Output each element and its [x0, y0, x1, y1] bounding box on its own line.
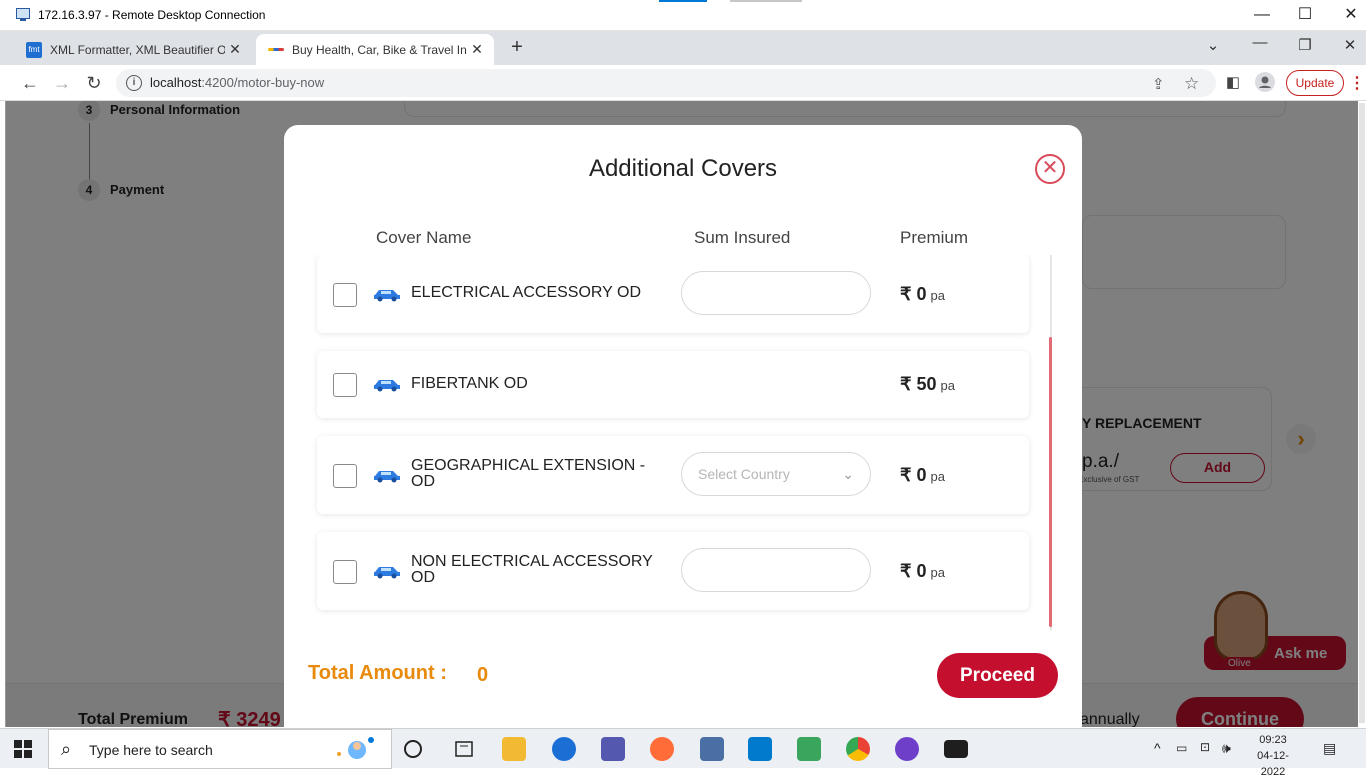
- cover-name: FIBERTANK OD: [411, 375, 528, 392]
- side-panel-icon[interactable]: ◧: [1222, 72, 1244, 94]
- task-view-icon[interactable]: [404, 740, 422, 758]
- total-amount-value: 0: [477, 664, 489, 686]
- cover-name: ELECTRICAL ACCESSORY OD: [411, 284, 641, 301]
- car-icon: [374, 567, 400, 579]
- reload-icon[interactable]: ↻: [83, 72, 105, 94]
- cover-row-electrical-accessory: ELECTRICAL ACCESSORY OD ₹ 0 pa: [317, 255, 1029, 333]
- teams-icon[interactable]: [601, 737, 625, 761]
- taskbar-clock[interactable]: 09:23 04-12-2022: [1248, 732, 1298, 780]
- clock-time: 09:23: [1259, 734, 1287, 746]
- remote-desktop-app-icon[interactable]: [700, 737, 724, 761]
- chart-app-icon[interactable]: [797, 737, 821, 761]
- cover-premium: ₹ 0 pa: [900, 284, 945, 304]
- share-icon[interactable]: ⇪: [1152, 75, 1165, 93]
- tab-title: Buy Health, Car, Bike & Travel Ins: [292, 42, 467, 57]
- total-amount-label: Total Amount :: [308, 662, 447, 684]
- close-icon[interactable]: ✕: [1035, 154, 1065, 184]
- browser-toolbar: ← → ↻ i localhost:4200/motor-buy-now ⇪ ☆…: [0, 65, 1366, 101]
- rdp-maximize-button[interactable]: ☐: [1293, 4, 1317, 26]
- cover-name: GEOGRAPHICAL EXTENSION - OD: [411, 457, 646, 490]
- cover-checkbox[interactable]: [333, 373, 357, 397]
- rdp-connection-bar-hint-2: [730, 0, 802, 2]
- address-bar[interactable]: i localhost:4200/motor-buy-now ⇪ ☆: [116, 69, 1216, 97]
- tab-xml-formatter[interactable]: fmt XML Formatter, XML Beautifier O ✕: [14, 34, 254, 65]
- cover-row-geographical-extension: GEOGRAPHICAL EXTENSION - OD Select Count…: [317, 436, 1029, 514]
- chrome-menu-icon[interactable]: ⋮: [1349, 73, 1365, 93]
- sum-insured-input[interactable]: [681, 548, 871, 592]
- remote-window-scrollbar[interactable]: [1358, 101, 1366, 727]
- volume-icon[interactable]: 🕪: [1222, 740, 1231, 757]
- postman-icon[interactable]: [650, 737, 674, 761]
- car-icon: [374, 471, 400, 483]
- taskbar-search-box[interactable]: ⌕ Type here to search: [48, 729, 392, 769]
- notification-icon[interactable]: ▤: [1323, 740, 1343, 758]
- chrome-minimize-button[interactable]: —: [1249, 34, 1271, 51]
- remote-desktop-icon: [16, 8, 30, 21]
- github-desktop-icon[interactable]: [895, 737, 919, 761]
- update-button[interactable]: Update: [1286, 70, 1344, 96]
- column-header-cover-name: Cover Name: [376, 228, 472, 247]
- sum-insured-input[interactable]: [681, 271, 871, 315]
- battery-icon[interactable]: ▭: [1176, 741, 1187, 755]
- cover-name: NON ELECTRICAL ACCESSORY OD: [411, 553, 653, 586]
- search-placeholder: Type here to search: [89, 742, 213, 758]
- tab-search-chevron-icon[interactable]: ⌄: [1202, 36, 1224, 54]
- proceed-button[interactable]: Proceed: [937, 653, 1058, 698]
- car-icon: [374, 380, 400, 392]
- rdp-title: 172.16.3.97 - Remote Desktop Connection: [38, 8, 266, 22]
- search-highlight-icon: [331, 736, 375, 764]
- tab-title: XML Formatter, XML Beautifier O: [50, 42, 225, 57]
- cover-premium: ₹ 0 pa: [900, 561, 945, 581]
- outlook-icon[interactable]: [552, 737, 576, 761]
- windows-start-icon[interactable]: [14, 740, 32, 758]
- back-arrow-icon[interactable]: ←: [19, 72, 41, 94]
- tab-close-icon[interactable]: ✕: [225, 41, 245, 58]
- car-icon: [374, 290, 400, 302]
- rdp-connection-bar-hint: [659, 0, 707, 2]
- chrome-icon[interactable]: [846, 737, 870, 761]
- additional-covers-modal: Additional Covers ✕ Cover Name Sum Insur…: [284, 125, 1082, 727]
- site-icon: [268, 48, 284, 51]
- cover-premium: ₹ 0 pa: [900, 465, 945, 485]
- cover-list[interactable]: ELECTRICAL ACCESSORY OD ₹ 0 pa FIBERTANK …: [306, 255, 1052, 635]
- rdp-minimize-button[interactable]: —: [1250, 4, 1274, 26]
- site-info-icon[interactable]: i: [126, 75, 142, 91]
- clock-date: 04-12-2022: [1257, 750, 1289, 778]
- cover-row-fibertank: FIBERTANK OD ₹ 50 pa: [317, 351, 1029, 418]
- cover-checkbox[interactable]: [333, 464, 357, 488]
- chevron-down-icon: ⌄: [842, 466, 854, 482]
- forward-arrow-icon[interactable]: →: [51, 72, 73, 94]
- column-header-premium: Premium: [900, 228, 969, 247]
- widgets-icon[interactable]: [452, 737, 476, 761]
- tab-close-icon[interactable]: ✕: [467, 41, 487, 58]
- chrome-restore-button[interactable]: ❐: [1294, 36, 1316, 54]
- url-text[interactable]: localhost:4200/motor-buy-now: [150, 75, 324, 90]
- rdp-title-bar: 172.16.3.97 - Remote Desktop Connection …: [0, 0, 1366, 31]
- cover-checkbox[interactable]: [333, 560, 357, 584]
- cover-premium: ₹ 50 pa: [900, 374, 955, 394]
- bookmark-star-icon[interactable]: ☆: [1184, 74, 1199, 94]
- network-icon[interactable]: ⊡: [1200, 740, 1210, 754]
- rdp-close-button[interactable]: ✕: [1339, 4, 1363, 26]
- tab-strip: fmt XML Formatter, XML Beautifier O ✕ Bu…: [0, 31, 1366, 65]
- chrome-close-button[interactable]: ✕: [1339, 36, 1361, 54]
- column-header-sum-insured: Sum Insured: [694, 228, 791, 247]
- file-explorer-icon[interactable]: [502, 737, 526, 761]
- windows-taskbar: ⌕ Type here to search ^ ▭ ⊡ 🕪 09:23 04-1…: [0, 728, 1366, 778]
- country-select[interactable]: Select Country ⌄: [681, 452, 871, 496]
- cover-row-non-electrical-accessory: NON ELECTRICAL ACCESSORY OD ₹ 0 pa: [317, 532, 1029, 610]
- profile-avatar-icon[interactable]: [1254, 72, 1276, 94]
- modal-title: Additional Covers: [588, 155, 778, 182]
- new-tab-button[interactable]: +: [506, 36, 528, 59]
- cover-checkbox[interactable]: [333, 283, 357, 307]
- fmt-icon: fmt: [26, 41, 42, 58]
- terminal-icon[interactable]: [944, 740, 968, 758]
- tray-chevron-up-icon[interactable]: ^: [1154, 740, 1161, 756]
- search-icon: ⌕: [61, 739, 72, 759]
- cover-list-scroll-thumb[interactable]: [1049, 337, 1052, 627]
- vscode-icon[interactable]: [748, 737, 772, 761]
- tab-buy-insurance[interactable]: Buy Health, Car, Bike & Travel Ins ✕: [256, 34, 494, 65]
